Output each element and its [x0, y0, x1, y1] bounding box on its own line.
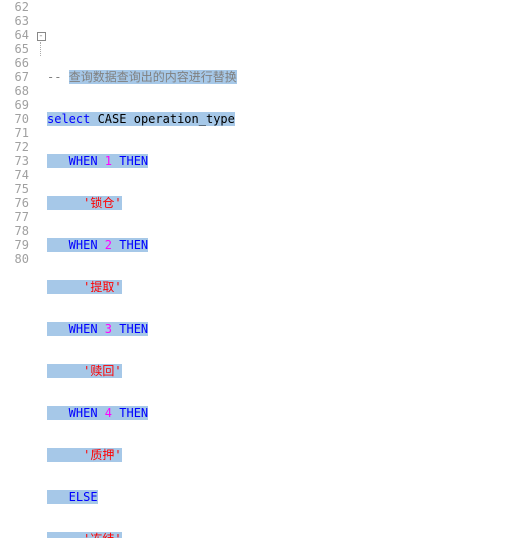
code-area[interactable]: -- 查询数据查询出的内容进行替换 select CASE operation_… [47, 0, 515, 538]
fold-column: - [35, 0, 47, 538]
sql-editor[interactable]: 62 63 64 65 66 67 68 69 70 71 72 73 74 7… [0, 0, 515, 538]
line-gutter: 62 63 64 65 66 67 68 69 70 71 72 73 74 7… [0, 0, 35, 538]
fold-toggle-icon[interactable]: - [37, 32, 46, 41]
